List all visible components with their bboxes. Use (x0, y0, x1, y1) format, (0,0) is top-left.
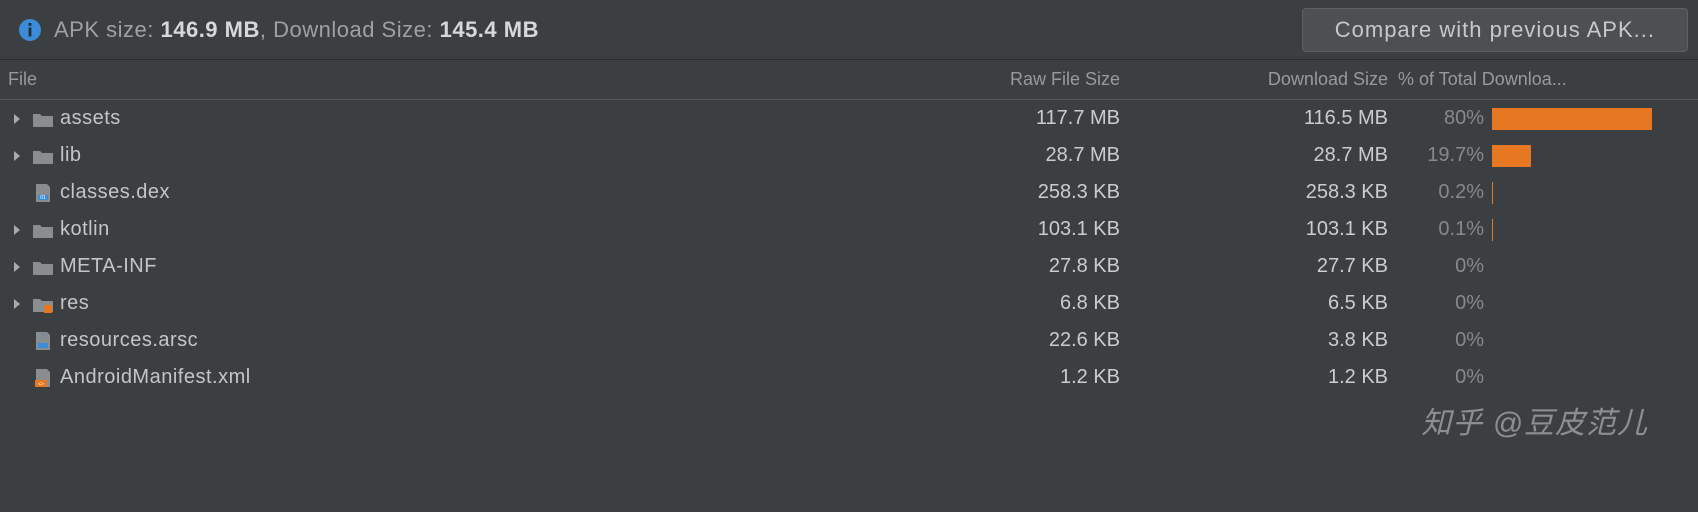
percent-label: 0.2% (1398, 181, 1492, 204)
raw-size-value: 22.6 KB (898, 329, 1138, 352)
table-row[interactable]: kotlin103.1 KB103.1 KB0.1% (0, 211, 1698, 248)
file-cell: META-INF (8, 255, 898, 278)
file-name: META-INF (60, 255, 157, 278)
size-text: APK size: 146.9 MB, Download Size: 145.4… (54, 17, 539, 43)
file-name: kotlin (60, 218, 110, 241)
percent-cell: 80% (1398, 107, 1698, 130)
expand-arrow-icon[interactable] (8, 295, 26, 313)
percent-bar (1492, 108, 1692, 130)
file-name: lib (60, 144, 82, 167)
info-icon (18, 18, 42, 42)
raw-size-value: 27.8 KB (898, 255, 1138, 278)
apk-size-label: APK size: (54, 17, 160, 42)
table-body: assets 117.7 MB116.5 MB80% lib 28.7 MB28.7 … (0, 100, 1698, 396)
file-name: AndroidManifest.xml (60, 366, 251, 389)
file-cell: ? resources.arsc (8, 329, 898, 352)
file-cell: assets (8, 107, 898, 130)
percent-cell: 0% (1398, 366, 1698, 389)
apk-size-value: 146.9 MB (160, 17, 259, 42)
svg-text:<>: <> (38, 381, 44, 387)
percent-bar (1492, 256, 1692, 278)
percent-bar-fill (1492, 108, 1652, 130)
header-file[interactable]: File (0, 69, 898, 90)
table-row[interactable]: META-INF 27.8 KB27.7 KB0% (0, 248, 1698, 285)
percent-bar (1492, 145, 1692, 167)
percent-label: 0.1% (1398, 218, 1492, 241)
file-name: res (60, 292, 89, 315)
percent-bar (1492, 182, 1692, 204)
folder-icon (32, 257, 54, 277)
table-header: File Raw File Size Download Size % of To… (0, 60, 1698, 100)
percent-label: 80% (1398, 107, 1492, 130)
percent-bar (1492, 330, 1692, 352)
header-percent[interactable]: % of Total Downloa... (1398, 69, 1698, 90)
percent-cell: 19.7% (1398, 144, 1698, 167)
table-row[interactable]: ? resources.arsc 22.6 KB3.8 KB0% (0, 322, 1698, 359)
folder-icon (32, 109, 54, 129)
table-row[interactable]: res 6.8 KB6.5 KB0% (0, 285, 1698, 322)
file-cell: lib (8, 144, 898, 167)
table-row[interactable]: lib28.7 MB28.7 MB19.7% (0, 137, 1698, 174)
file-cell: <> AndroidManifest.xml (8, 366, 898, 389)
percent-label: 0% (1398, 366, 1492, 389)
percent-bar (1492, 219, 1692, 241)
download-size-value: 103.1 KB (1138, 218, 1398, 241)
download-size-value: 6.5 KB (1138, 292, 1398, 315)
file-name: assets (60, 107, 121, 130)
separator: , (260, 17, 273, 42)
top-bar: APK size: 146.9 MB, Download Size: 145.4… (0, 0, 1698, 60)
percent-bar (1492, 293, 1692, 315)
download-size-value: 258.3 KB (1138, 181, 1398, 204)
file-dex-icon: 01 (32, 183, 54, 203)
file-cell: kotlin (8, 218, 898, 241)
file-manifest-icon: <> (32, 368, 54, 388)
percent-bar (1492, 367, 1692, 389)
header-download-size[interactable]: Download Size (1138, 69, 1398, 90)
raw-size-value: 28.7 MB (898, 144, 1138, 167)
table-row[interactable]: <>AndroidManifest.xml1.2 KB1.2 KB0% (0, 359, 1698, 396)
download-size-value: 28.7 MB (1138, 144, 1398, 167)
apk-size-info: APK size: 146.9 MB, Download Size: 145.4… (18, 17, 539, 43)
download-size-value: 3.8 KB (1138, 329, 1398, 352)
file-name: classes.dex (60, 181, 170, 204)
file-name: resources.arsc (60, 329, 198, 352)
watermark: 知乎 @豆皮范儿 (1421, 398, 1648, 442)
percent-cell: 0% (1398, 255, 1698, 278)
expand-arrow-icon[interactable] (8, 221, 26, 239)
percent-bar-fill (1492, 145, 1531, 167)
percent-label: 0% (1398, 329, 1492, 352)
raw-size-value: 117.7 MB (898, 107, 1138, 130)
compare-with-previous-button[interactable]: Compare with previous APK... (1302, 8, 1688, 52)
expand-arrow-icon[interactable] (8, 110, 26, 128)
raw-size-value: 258.3 KB (898, 181, 1138, 204)
percent-cell: 0% (1398, 329, 1698, 352)
folder-icon (32, 146, 54, 166)
expand-arrow-icon[interactable] (8, 258, 26, 276)
folder-res-icon (32, 294, 54, 314)
header-raw-size[interactable]: Raw File Size (898, 69, 1138, 90)
percent-cell: 0.2% (1398, 181, 1698, 204)
download-size-label: Download Size: (273, 17, 439, 42)
raw-size-value: 1.2 KB (898, 366, 1138, 389)
raw-size-value: 103.1 KB (898, 218, 1138, 241)
table-row[interactable]: assets 117.7 MB116.5 MB80% (0, 100, 1698, 137)
download-size-value: 1.2 KB (1138, 366, 1398, 389)
folder-icon (32, 220, 54, 240)
percent-label: 0% (1398, 255, 1492, 278)
expand-arrow-icon[interactable] (8, 147, 26, 165)
percent-label: 0% (1398, 292, 1492, 315)
percent-cell: 0.1% (1398, 218, 1698, 241)
raw-size-value: 6.8 KB (898, 292, 1138, 315)
svg-text:01: 01 (40, 195, 46, 201)
percent-cell: 0% (1398, 292, 1698, 315)
file-arsc-icon: ? (32, 331, 54, 351)
percent-label: 19.7% (1398, 144, 1492, 167)
file-cell: 01 classes.dex (8, 181, 898, 204)
download-size-value: 145.4 MB (440, 17, 539, 42)
table-row[interactable]: 01classes.dex258.3 KB258.3 KB0.2% (0, 174, 1698, 211)
download-size-value: 27.7 KB (1138, 255, 1398, 278)
download-size-value: 116.5 MB (1138, 107, 1398, 130)
file-cell: res (8, 292, 898, 315)
